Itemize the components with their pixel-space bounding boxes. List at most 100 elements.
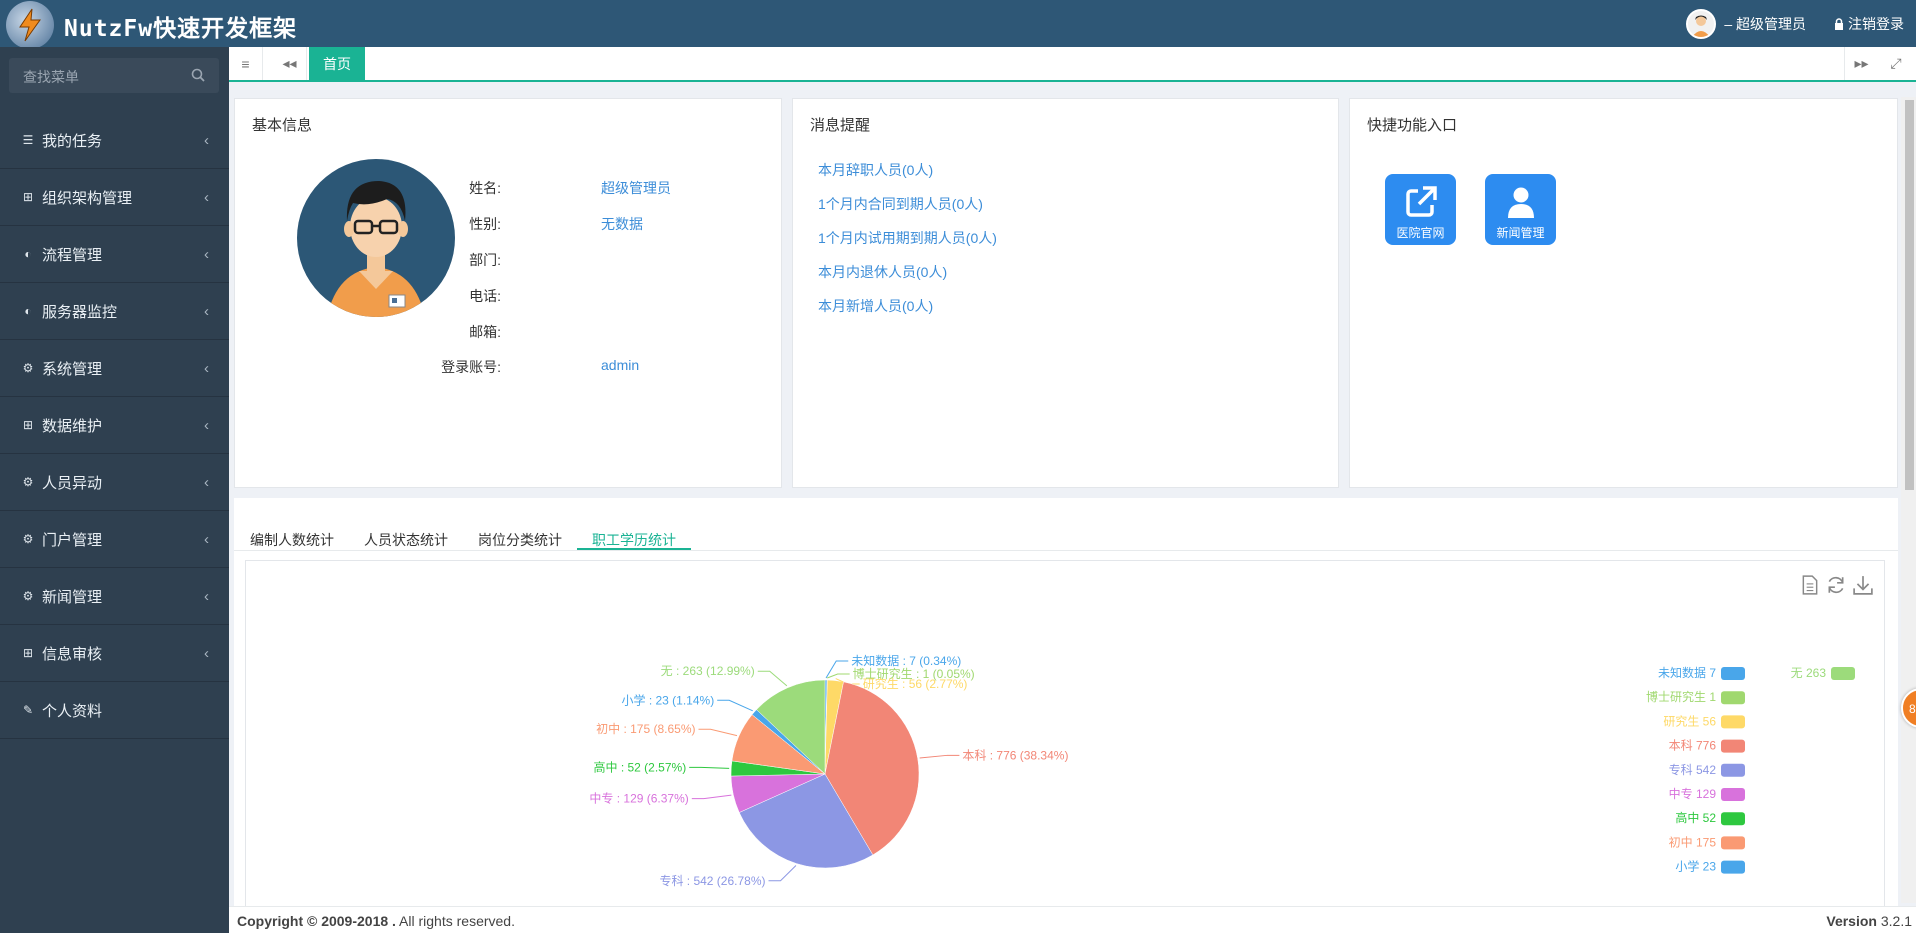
sidebar: 查找菜单 ☰ 我的任务 ‹ ⊞ 组织架构管理 ‹ ◐ 流程管理 ‹ ◐ 服务器监控 ‹ ⚙ 系统管… [0,47,229,933]
info-label: 登录账号: [441,359,501,375]
current-user[interactable]: – 超级管理员 [1686,8,1806,40]
sitemap-icon: ⊞ [22,646,34,660]
sidebar-item-profile[interactable]: ✎ 个人资料 [0,682,229,739]
version: Version 3.2.1 [1826,913,1912,929]
search-icon[interactable] [191,68,205,82]
sidebar-item-my-tasks[interactable]: ☰ 我的任务 ‹ [0,112,229,169]
side-menu: ☰ 我的任务 ‹ ⊞ 组织架构管理 ‹ ◐ 流程管理 ‹ ◐ 服务器监控 ‹ ⚙ 系统管理 ‹ ⊞ 数… [0,112,229,739]
lock-icon [1835,18,1843,30]
data-view-icon[interactable] [1800,575,1820,595]
legend-swatch[interactable] [1721,739,1745,753]
tab-education-stats[interactable]: 职工学历统计 [592,530,676,550]
dashboard-icon: ◐ [24,304,32,318]
info-value-name: 超级管理员 [601,180,671,196]
copyright: Copyright © 2009-2018 . All rights reser… [237,913,515,929]
message-link[interactable]: 本月辞职人员(0人) [818,160,933,180]
external-link-icon [1406,186,1437,217]
legend-label[interactable]: 小学 23 [1675,859,1716,874]
sidebar-item-workflow[interactable]: ◐ 流程管理 ‹ [0,226,229,283]
menu-toggle-button[interactable]: ≡ [229,47,263,80]
fullscreen-button[interactable]: ⤢ [1879,47,1913,80]
basic-info-panel: 基本信息 姓名: 超级管理员 性别: 无数据 部门: 电话: 邮箱: 登录账号: ad… [234,98,782,488]
menu-search-input[interactable]: 查找菜单 [9,58,219,93]
tab-status-stats[interactable]: 人员状态统计 [364,530,448,550]
sidebar-item-label: 组织架构管理 [42,189,133,207]
sidebar-item-label: 门户管理 [42,531,103,549]
page-scrollbar-thumb[interactable] [1905,100,1914,490]
legend-label[interactable]: 本科 776 [1669,739,1717,753]
legend-label[interactable]: 高中 52 [1675,810,1716,825]
double-left-icon: ◂◂ [282,55,297,71]
legend-label[interactable]: 初中 175 [1669,834,1717,849]
tab-staffing-stats[interactable]: 编制人数统计 [250,530,334,550]
gears-icon: ⚙ [22,361,34,375]
quick-hospital-site-button[interactable]: 医院官网 [1385,174,1456,245]
message-link[interactable]: 本月新增人员(0人) [818,296,933,316]
chevron-left-icon: ‹ [204,645,209,662]
legend-swatch[interactable] [1721,812,1745,826]
tab-home[interactable]: 首页 [309,47,365,80]
quick-entry-panel: 快捷功能入口 医院官网 新闻管理 [1349,98,1898,488]
legend-swatch[interactable] [1721,788,1745,801]
quick-news-button[interactable]: 新闻管理 [1485,174,1556,245]
legend-label[interactable]: 未知数据 7 [1658,665,1716,680]
pie-label: 未知数据 : 7 (0.34%) [851,653,961,668]
legend-swatch[interactable] [1721,715,1745,729]
version-number: 3.2.1 [1880,913,1912,929]
message-link[interactable]: 本月内退休人员(0人) [818,262,947,282]
messages-panel: 消息提醒 本月辞职人员(0人) 1个月内合同到期人员(0人) 1个月内试用期到期… [792,98,1339,488]
sidebar-item-system[interactable]: ⚙ 系统管理 ‹ [0,340,229,397]
download-icon[interactable] [1853,575,1873,595]
app-title: NutzFw快速开发框架 [64,16,298,42]
sidebar-item-review[interactable]: ⊞ 信息审核 ‹ [0,625,229,682]
legend-label[interactable]: 博士研究生 1 [1646,689,1716,704]
pie-leader-line [825,660,849,679]
pie-label: 无 : 263 (12.99%) [661,664,755,678]
pie-leader-line [691,794,732,800]
pie-label: 小学 : 23 (1.14%) [621,692,714,707]
sidebar-item-label: 系统管理 [42,360,103,378]
sitemap-icon: ⊞ [22,190,34,204]
legend-label[interactable]: 中专 129 [1669,786,1717,801]
legend-swatch[interactable] [1721,836,1745,850]
list-icon: ☰ [22,133,34,147]
sidebar-item-news[interactable]: ⚙ 新闻管理 ‹ [0,568,229,625]
pie-leader-line [757,670,788,687]
legend-swatch[interactable] [1831,667,1855,680]
sidebar-item-personnel[interactable]: ⚙ 人员异动 ‹ [0,454,229,511]
gears-icon: ⚙ [22,532,34,546]
sidebar-item-label: 个人资料 [42,702,103,720]
quick-label: 新闻管理 [1496,226,1545,240]
legend-label[interactable]: 专科 542 [1669,762,1717,777]
sidebar-item-data[interactable]: ⊞ 数据维护 ‹ [0,397,229,454]
sidebar-item-label: 人员异动 [42,474,103,492]
user-name: – 超级管理员 [1724,16,1806,32]
tabs-scroll-right-button[interactable]: ▸▸ [1844,47,1878,80]
tabs-scroll-left-button[interactable]: ◂◂ [273,47,307,80]
quick-label: 医院官网 [1396,226,1445,240]
pie-label: 本科 : 776 (38.34%) [962,748,1068,762]
user-avatar [1686,9,1717,39]
refresh-icon[interactable] [1826,575,1846,595]
wrench-icon: ✎ [22,703,34,717]
chevron-left-icon: ‹ [204,417,209,434]
sidebar-item-server-monitor[interactable]: ◐ 服务器监控 ‹ [0,283,229,340]
sidebar-item-org[interactable]: ⊞ 组织架构管理 ‹ [0,169,229,226]
logout-button[interactable]: 注销登录 [1834,14,1904,34]
basic-info-title: 基本信息 [252,117,313,134]
legend-swatch[interactable] [1721,860,1745,874]
chevron-left-icon: ‹ [204,474,209,491]
legend-swatch[interactable] [1721,691,1745,705]
sidebar-item-portal[interactable]: ⚙ 门户管理 ‹ [0,511,229,568]
legend-swatch[interactable] [1721,667,1745,680]
legend-swatch[interactable] [1721,763,1745,777]
info-label: 部门: [469,252,501,268]
message-link[interactable]: 1个月内合同到期人员(0人) [818,194,983,214]
tab-position-stats[interactable]: 岗位分类统计 [478,530,562,550]
legend-label[interactable]: 研究生 56 [1663,713,1716,728]
legend-label[interactable]: 无 263 [1791,666,1827,680]
chevron-left-icon: ‹ [204,588,209,605]
chevron-left-icon: ‹ [204,189,209,206]
app-logo [6,1,54,49]
message-link[interactable]: 1个月内试用期到期人员(0人) [818,228,997,248]
